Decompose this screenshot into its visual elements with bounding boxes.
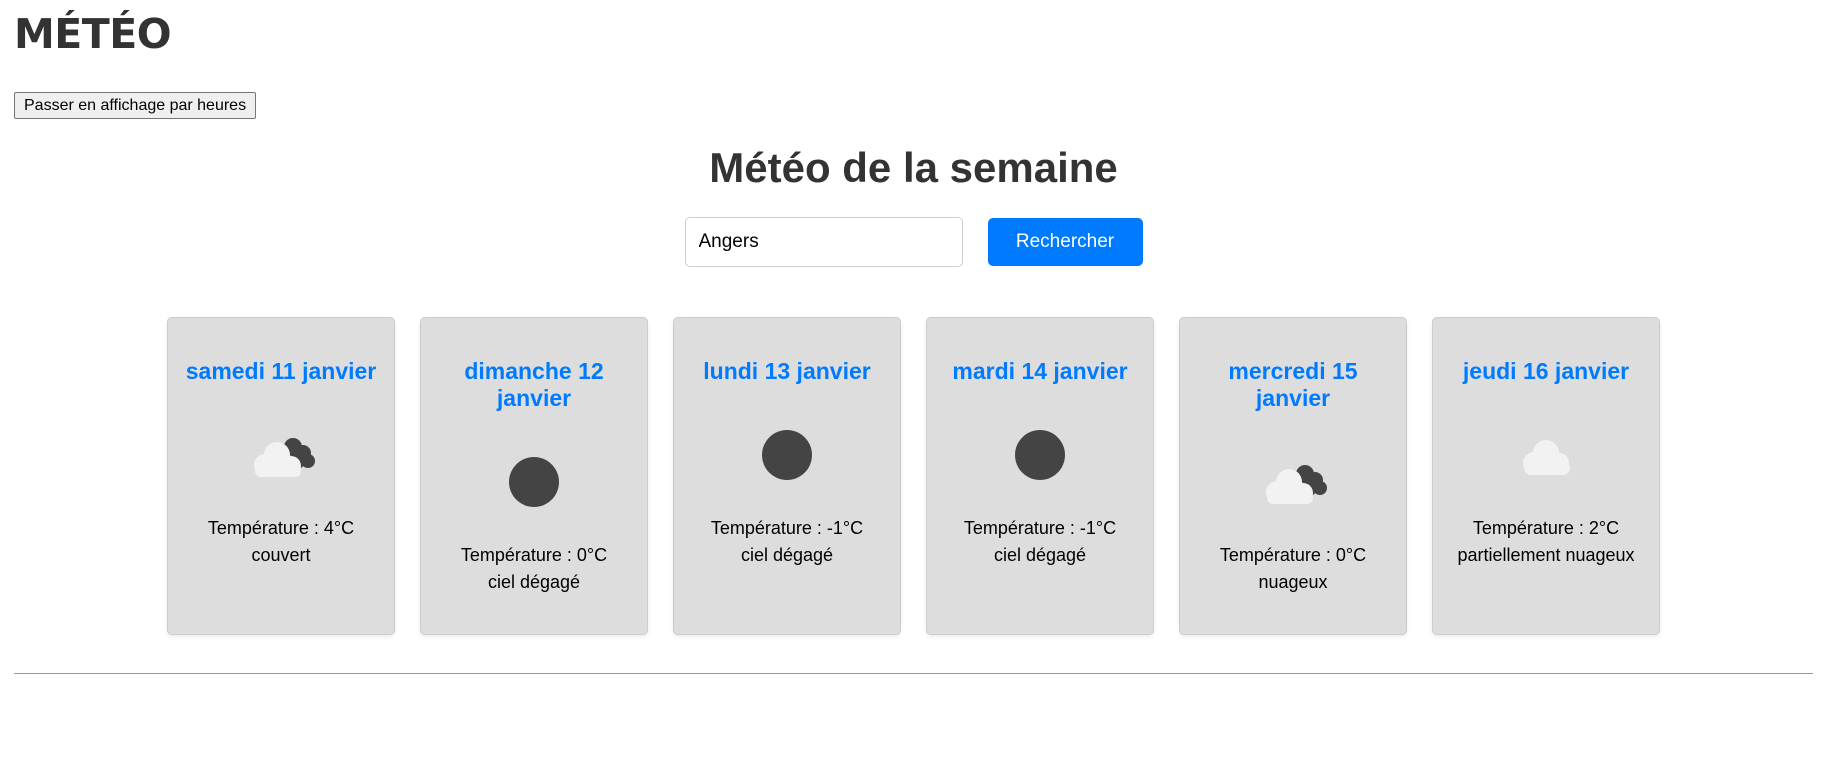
- search-bar: Rechercher: [14, 217, 1813, 267]
- forecast-card: lundi 13 janvier Température : -1°C ciel…: [673, 317, 901, 635]
- forecast-date: mardi 14 janvier: [952, 358, 1128, 384]
- app-title: MÉTÉO: [14, 10, 172, 58]
- dark-cloud-behind-light-cloud-icon: [1243, 442, 1343, 522]
- forecast-temperature: Température : 4°C: [207, 518, 355, 538]
- forecast-card: dimanche 12 janvier Température : 0°C ci…: [420, 317, 648, 635]
- forecast-temperature: Température : 0°C: [460, 545, 608, 565]
- forecast-temperature: Température : -1°C: [963, 518, 1117, 538]
- forecast-date: jeudi 16 janvier: [1462, 358, 1630, 384]
- dark-cloud-behind-light-cloud-icon: [231, 415, 331, 495]
- search-button[interactable]: Rechercher: [987, 218, 1143, 266]
- forecast-date: mercredi 15 janvier: [1228, 358, 1358, 411]
- forecast-description: couvert: [251, 545, 311, 565]
- light-cloud-icon: [1496, 415, 1596, 495]
- forecast-description: partiellement nuageux: [1457, 545, 1635, 565]
- dark-sun-icon: [737, 415, 837, 495]
- forecast-description: ciel dégagé: [740, 545, 834, 565]
- forecast-temperature: Température : 0°C: [1219, 545, 1367, 565]
- forecast-card: mercredi 15 janvier Température: 0°C nu…: [1179, 317, 1407, 635]
- forecast-date: dimanche 12 janvier: [464, 358, 604, 411]
- forecast-date: samedi 11 janvier: [185, 358, 377, 384]
- forecast-temperature: Température : -1°C: [710, 518, 864, 538]
- forecast-description: nuageux: [1258, 572, 1328, 592]
- forecast-description: ciel dégagé: [487, 572, 581, 592]
- week-forecast-title: Météo de la semaine: [709, 144, 1118, 191]
- dark-sun-icon: [990, 415, 1090, 495]
- forecast-temperature: Température : 2°C: [1472, 518, 1620, 538]
- forecast-card: jeudi 16 janvier Température : 2°C parti…: [1432, 317, 1660, 635]
- dark-sun-icon: [484, 442, 584, 522]
- weather-page: MÉTÉO Passer en affichage par heures Mét…: [0, 0, 1827, 770]
- forecast-date: lundi 13 janvier: [703, 358, 871, 384]
- divider: [14, 673, 1813, 674]
- forecast-description: ciel dégagé: [993, 545, 1087, 565]
- forecast-cards: samedi 11 janvier Température: 4°C couv…: [14, 317, 1813, 635]
- city-search-input[interactable]: [684, 217, 963, 267]
- forecast-card: samedi 11 janvier Température: 4°C couv…: [167, 317, 395, 635]
- forecast-card: mardi 14 janvier Température : -1°C ciel…: [926, 317, 1154, 635]
- hourly-view-toggle-button[interactable]: Passer en affichage par heures: [14, 92, 257, 119]
